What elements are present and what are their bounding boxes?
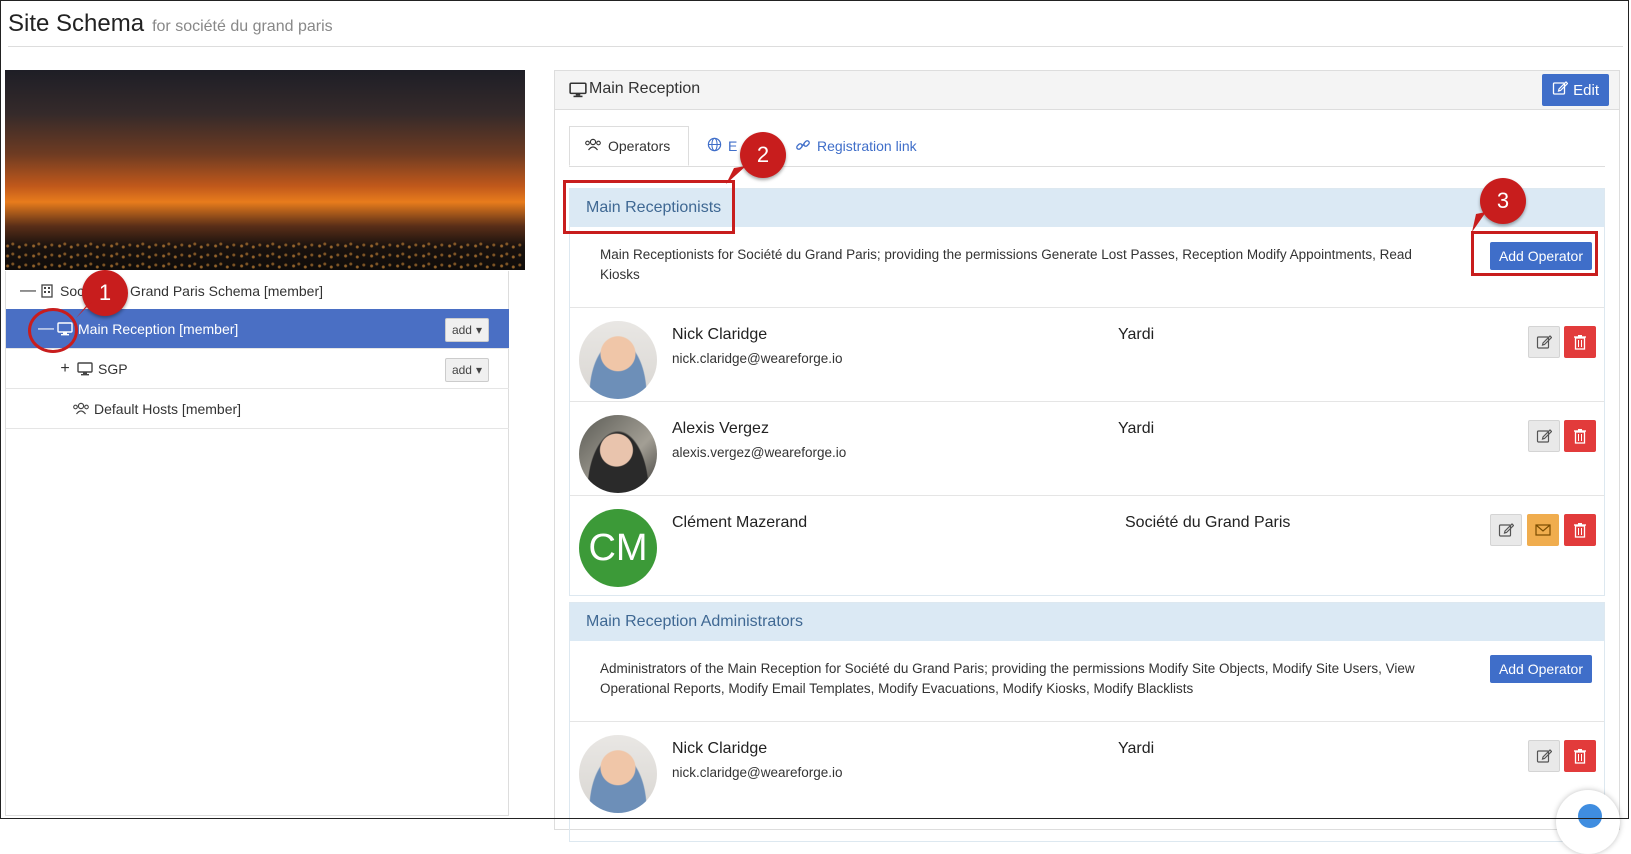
annotation-highlight-add-operator xyxy=(1471,231,1598,276)
trash-icon xyxy=(1574,749,1586,764)
tree-item-label: Main Reception [member] xyxy=(78,320,239,337)
group-title: Main Reception Administrators xyxy=(570,603,1604,641)
operator-row: Nick Claridge nick.claridge@weareforge.i… xyxy=(570,307,1604,399)
edit-icon xyxy=(1552,80,1569,100)
add-button-label: add xyxy=(451,323,472,337)
panel-tabs: Operators E Registration link xyxy=(569,126,1605,167)
envelope-icon xyxy=(1535,524,1551,536)
tree-item-sgp[interactable]: + SGP add ▾ xyxy=(6,349,509,389)
avatar xyxy=(579,415,657,493)
page-title-text: Site Schema xyxy=(8,10,145,37)
operator-email: nick.claridge@weareforge.io xyxy=(672,351,843,366)
page-title: Site Schema for société du grand paris xyxy=(8,10,333,38)
caret-down-icon: ▾ xyxy=(475,363,482,377)
tab-label: Registration link xyxy=(817,138,917,154)
trash-icon xyxy=(1574,429,1586,444)
edit-operator-button[interactable] xyxy=(1528,326,1560,358)
users-icon xyxy=(72,401,90,417)
resend-invite-button[interactable] xyxy=(1527,514,1559,546)
page-subtitle: for société du grand paris xyxy=(152,18,333,35)
operator-name: Nick Claridge xyxy=(672,326,768,343)
edit-icon xyxy=(1498,523,1514,537)
operator-name: Nick Claridge xyxy=(672,740,768,757)
building-icon xyxy=(38,283,56,299)
operator-organization: Yardi xyxy=(1118,326,1155,343)
users-icon xyxy=(584,138,602,155)
add-button-label: add xyxy=(451,363,472,377)
annotation-highlight-group-title xyxy=(563,180,735,234)
delete-operator-button[interactable] xyxy=(1564,514,1596,546)
operator-row: CM Clément Mazerand Société du Grand Par… xyxy=(570,495,1604,595)
panel-title: Main Reception xyxy=(589,80,701,97)
group-description: Administrators of the Main Reception for… xyxy=(600,661,1415,696)
annotation-highlight-toggle xyxy=(28,308,78,353)
link-icon xyxy=(795,137,811,156)
operator-group-main-receptionists: Main Receptionists Main Receptionists fo… xyxy=(569,188,1605,596)
avatar xyxy=(579,735,657,813)
annotation-pointer xyxy=(1472,212,1486,232)
tree-item-label: SGP xyxy=(98,360,128,377)
operator-row: Nick Claridge nick.claridge@weareforge.i… xyxy=(570,721,1604,813)
edit-operator-button[interactable] xyxy=(1490,514,1522,546)
add-operator-button[interactable]: Add Operator xyxy=(1489,655,1592,683)
edit-button[interactable]: Edit xyxy=(1542,74,1609,106)
operator-group-administrators: Main Reception Administrators Administra… xyxy=(569,602,1605,842)
edit-operator-button[interactable] xyxy=(1528,740,1560,772)
group-description: Main Receptionists for Société du Grand … xyxy=(600,247,1412,282)
operator-organization: Yardi xyxy=(1118,420,1155,437)
collapse-toggle[interactable]: — xyxy=(20,282,36,300)
operator-name: Alexis Vergez xyxy=(672,420,769,437)
trash-icon xyxy=(1574,523,1586,538)
add-dropdown-button[interactable]: add ▾ xyxy=(444,358,489,382)
site-hero-image xyxy=(5,70,525,270)
tab-label: Operators xyxy=(608,138,671,154)
chat-bubble-icon xyxy=(1578,804,1602,828)
avatar xyxy=(579,321,657,399)
add-dropdown-button[interactable]: add ▾ xyxy=(444,318,489,342)
expand-toggle[interactable]: + xyxy=(58,360,72,378)
page-header: Site Schema for société du grand paris xyxy=(8,8,1623,47)
tab-operators[interactable]: Operators xyxy=(569,126,689,166)
tab-registration-link[interactable]: Registration link xyxy=(795,126,917,166)
site-tree: — Société du Grand Paris Schema [member]… xyxy=(5,271,509,816)
edit-icon xyxy=(1536,429,1552,443)
tree-item-label: Default Hosts [member] xyxy=(94,400,242,417)
edit-icon xyxy=(1536,749,1552,763)
operator-email: alexis.vergez@weareforge.io xyxy=(672,445,847,460)
chat-widget-button[interactable] xyxy=(1556,790,1620,854)
operator-row: Alexis Vergez alexis.vergez@weareforge.i… xyxy=(570,401,1604,493)
panel-header: Main Reception Edit xyxy=(555,71,1619,110)
operator-name: Clément Mazerand xyxy=(672,514,808,531)
annotation-pointer xyxy=(726,166,746,184)
trash-icon xyxy=(1574,335,1586,350)
delete-operator-button[interactable] xyxy=(1564,326,1596,358)
city-lights xyxy=(5,240,525,270)
tab-label: E xyxy=(728,138,738,154)
operator-email: nick.claridge@weareforge.io xyxy=(672,765,843,780)
edit-button-label: Edit xyxy=(1573,81,1599,99)
annotation-pointer xyxy=(76,302,92,318)
caret-down-icon: ▾ xyxy=(475,323,482,337)
delete-operator-button[interactable] xyxy=(1564,740,1596,772)
delete-operator-button[interactable] xyxy=(1564,420,1596,452)
globe-icon xyxy=(707,137,722,155)
operator-organization: Yardi xyxy=(1118,740,1155,757)
operator-organization: Société du Grand Paris xyxy=(1125,514,1291,531)
monitor-icon xyxy=(569,82,587,103)
tab-e[interactable]: E xyxy=(707,126,737,166)
tree-item-default-hosts[interactable]: Default Hosts [member] xyxy=(6,389,509,429)
monitor-icon xyxy=(76,361,94,377)
avatar-initials: CM xyxy=(579,509,657,587)
edit-icon xyxy=(1536,335,1552,349)
edit-operator-button[interactable] xyxy=(1528,420,1560,452)
